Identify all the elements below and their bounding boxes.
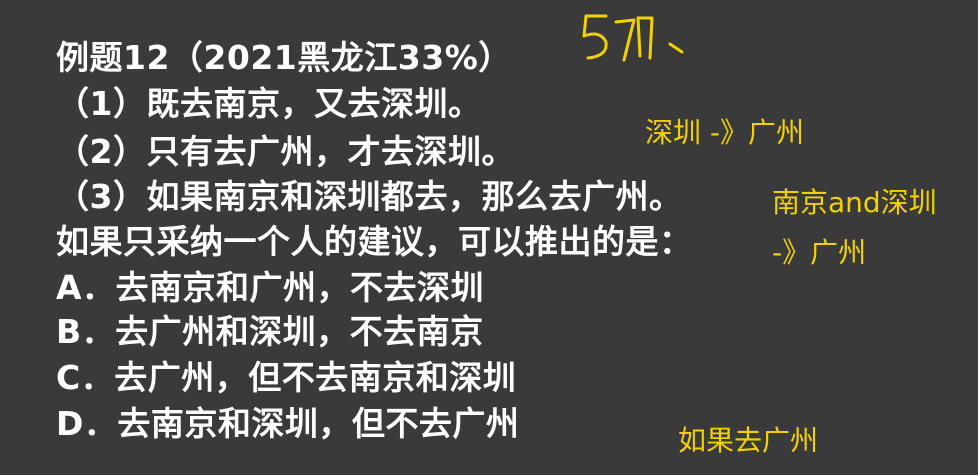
handwritten-scribble <box>582 14 684 62</box>
question-title: 例题12（2021黑龙江33%） <box>56 38 512 77</box>
statement-2: （2）只有去广州，才去深圳。 <box>56 132 515 171</box>
statement-1: （1）既去南京，又去深圳。 <box>56 84 482 123</box>
slide-canvas: 例题12（2021黑龙江33%） （1）既去南京，又去深圳。 （2）只有去广州，… <box>0 0 978 475</box>
option-a: A．去南京和广州，不去深圳 <box>56 268 485 307</box>
annotation-shenzhen-guangzhou: 深圳 -》广州 <box>645 116 805 149</box>
option-d: D．去南京和深圳，但不去广州 <box>56 404 520 443</box>
statement-3: （3）如果南京和深圳都去，那么去广州。 <box>56 177 683 216</box>
option-c: C．去广州，但不去南京和深圳 <box>56 358 517 397</box>
question-prompt: 如果只采纳一个人的建议，可以推出的是： <box>56 222 693 261</box>
annotation-nanjing-and-shenzhen: 南京and深圳 <box>772 186 937 219</box>
annotation-implies-guangzhou: -》广州 <box>772 236 867 269</box>
option-b: B．去广州和深圳，不去南京 <box>56 312 484 351</box>
annotation-if-guangzhou: 如果去广州 <box>678 424 819 457</box>
